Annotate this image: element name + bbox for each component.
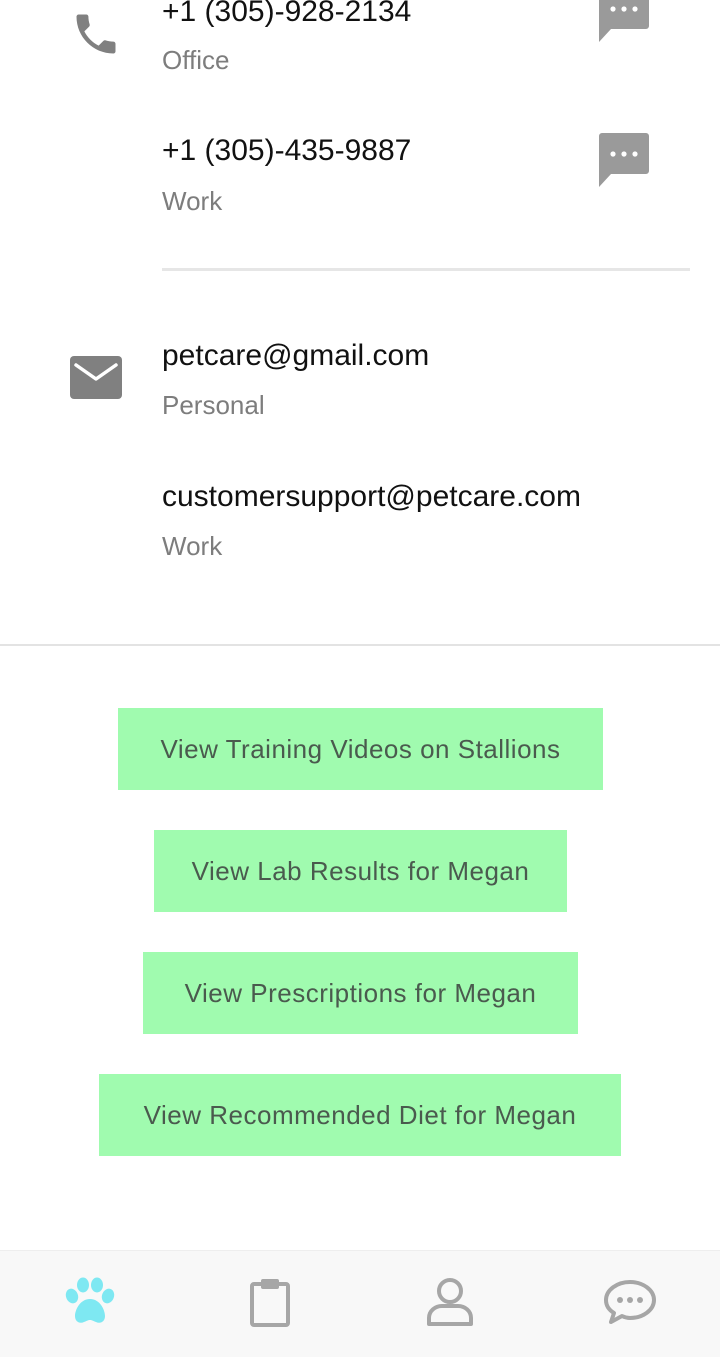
phone-label: Work	[162, 186, 223, 216]
email-address[interactable]: petcare@gmail.com	[162, 338, 429, 374]
mail-icon	[70, 356, 122, 400]
chat-icon	[603, 1279, 657, 1330]
message-icon[interactable]	[598, 133, 650, 189]
message-icon[interactable]	[598, 0, 650, 44]
bottom-tab-bar	[0, 1250, 720, 1357]
email-address[interactable]: customersupport@petcare.com	[162, 479, 581, 515]
phone-label: Office	[162, 45, 230, 75]
content-divider	[0, 644, 720, 646]
tab-records[interactable]	[180, 1251, 360, 1357]
email-label: Work	[162, 531, 223, 561]
paw-icon	[63, 1277, 117, 1332]
view-lab-results-button[interactable]: View Lab Results for Megan	[154, 830, 567, 912]
clipboard-icon	[248, 1277, 292, 1332]
person-icon	[426, 1277, 474, 1332]
view-training-videos-button[interactable]: View Training Videos on Stallions	[118, 708, 603, 790]
tab-profile[interactable]	[360, 1251, 540, 1357]
email-label: Personal	[162, 390, 265, 420]
tab-pets[interactable]	[0, 1251, 180, 1357]
view-recommended-diet-button[interactable]: View Recommended Diet for Megan	[99, 1074, 621, 1156]
section-divider	[162, 268, 690, 271]
phone-number[interactable]: +1 (305)-435-9887	[162, 133, 411, 169]
phone-number[interactable]: +1 (305)-928-2134	[162, 0, 411, 30]
phone-icon	[70, 8, 122, 60]
tab-messages[interactable]	[540, 1251, 720, 1357]
view-prescriptions-button[interactable]: View Prescriptions for Megan	[143, 952, 578, 1034]
